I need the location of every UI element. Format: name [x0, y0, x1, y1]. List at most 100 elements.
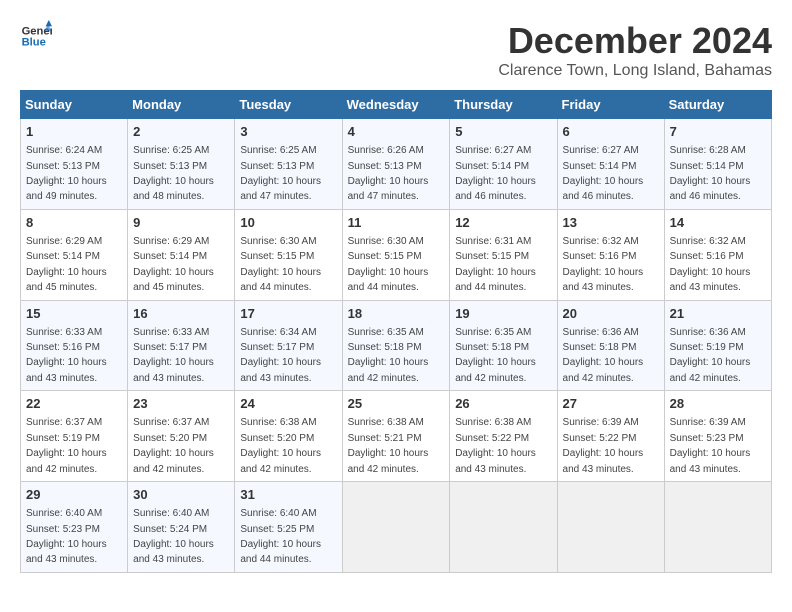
- calendar-cell: 16 Sunrise: 6:33 AMSunset: 5:17 PMDayligh…: [128, 300, 235, 391]
- day-number: 14: [670, 214, 766, 232]
- calendar-cell: 6 Sunrise: 6:27 AMSunset: 5:14 PMDaylight…: [557, 119, 664, 210]
- calendar-cell: 13Sunrise: 6:32 AMSunset: 5:16 PMDayligh…: [557, 209, 664, 300]
- weekday-header-row: Sunday Monday Tuesday Wednesday Thursday…: [21, 91, 772, 119]
- day-number: 30: [133, 486, 229, 504]
- day-info: Sunrise: 6:37 AMSunset: 5:20 PMDaylight:…: [133, 417, 214, 474]
- calendar-week-row: 22 Sunrise: 6:37 AMSunset: 5:19 PMDayligh…: [21, 391, 772, 482]
- header-monday: Monday: [128, 91, 235, 119]
- calendar-cell: 9 Sunrise: 6:29 AMSunset: 5:14 PMDaylight…: [128, 209, 235, 300]
- day-info: Sunrise: 6:32 AMSunset: 5:16 PMDaylight:…: [563, 236, 644, 293]
- day-info: Sunrise: 6:33 AMSunset: 5:16 PMDaylight:…: [26, 327, 107, 384]
- day-number: 4: [348, 123, 445, 141]
- calendar-subtitle: Clarence Town, Long Island, Bahamas: [498, 62, 772, 80]
- day-info: Sunrise: 6:40 AMSunset: 5:23 PMDaylight:…: [26, 508, 107, 565]
- day-number: 22: [26, 395, 122, 413]
- day-number: 24: [240, 395, 336, 413]
- calendar-cell: 12Sunrise: 6:31 AMSunset: 5:15 PMDayligh…: [450, 209, 557, 300]
- calendar-week-row: 15 Sunrise: 6:33 AMSunset: 5:16 PMDayligh…: [21, 300, 772, 391]
- calendar-cell: 8 Sunrise: 6:29 AMSunset: 5:14 PMDaylight…: [21, 209, 128, 300]
- calendar-cell: 31Sunrise: 6:40 AMSunset: 5:25 PMDayligh…: [235, 482, 342, 573]
- day-number: 8: [26, 214, 122, 232]
- calendar-cell: 23 Sunrise: 6:37 AMSunset: 5:20 PMDayligh…: [128, 391, 235, 482]
- day-number: 23: [133, 395, 229, 413]
- day-number: 12: [455, 214, 551, 232]
- calendar-cell: 15 Sunrise: 6:33 AMSunset: 5:16 PMDayligh…: [21, 300, 128, 391]
- day-info: Sunrise: 6:35 AMSunset: 5:18 PMDaylight:…: [455, 327, 536, 384]
- calendar-cell: 22 Sunrise: 6:37 AMSunset: 5:19 PMDayligh…: [21, 391, 128, 482]
- day-number: 5: [455, 123, 551, 141]
- calendar-cell: [342, 482, 450, 573]
- calendar-cell: 25Sunrise: 6:38 AMSunset: 5:21 PMDayligh…: [342, 391, 450, 482]
- day-info: Sunrise: 6:40 AMSunset: 5:24 PMDaylight:…: [133, 508, 214, 565]
- day-info: Sunrise: 6:33 AMSunset: 5:17 PMDaylight:…: [133, 327, 214, 384]
- day-number: 1: [26, 123, 122, 141]
- calendar-week-row: 29Sunrise: 6:40 AMSunset: 5:23 PMDayligh…: [21, 482, 772, 573]
- calendar-cell: 18 Sunrise: 6:35 AMSunset: 5:18 PMDayligh…: [342, 300, 450, 391]
- day-number: 21: [670, 305, 766, 323]
- day-info: Sunrise: 6:38 AMSunset: 5:22 PMDaylight:…: [455, 417, 536, 474]
- day-info: Sunrise: 6:29 AMSunset: 5:14 PMDaylight:…: [26, 236, 107, 293]
- svg-text:Blue: Blue: [22, 37, 46, 49]
- day-info: Sunrise: 6:26 AMSunset: 5:13 PMDaylight:…: [348, 145, 429, 202]
- calendar-cell: 21 Sunrise: 6:36 AMSunset: 5:19 PMDayligh…: [664, 300, 771, 391]
- calendar-cell: 26 Sunrise: 6:38 AMSunset: 5:22 PMDayligh…: [450, 391, 557, 482]
- day-number: 6: [563, 123, 659, 141]
- calendar-title: December 2024: [498, 20, 772, 62]
- day-info: Sunrise: 6:27 AMSunset: 5:14 PMDaylight:…: [563, 145, 644, 202]
- day-number: 27: [563, 395, 659, 413]
- calendar-cell: 3Sunrise: 6:25 AMSunset: 5:13 PMDaylight…: [235, 119, 342, 210]
- calendar-cell: [557, 482, 664, 573]
- header-tuesday: Tuesday: [235, 91, 342, 119]
- calendar-cell: 5 Sunrise: 6:27 AMSunset: 5:14 PMDaylight…: [450, 119, 557, 210]
- page-header: General Blue December 2024 Clarence Town…: [20, 20, 772, 80]
- day-number: 25: [348, 395, 445, 413]
- calendar-cell: [664, 482, 771, 573]
- calendar-cell: 28Sunrise: 6:39 AMSunset: 5:23 PMDayligh…: [664, 391, 771, 482]
- day-info: Sunrise: 6:29 AMSunset: 5:14 PMDaylight:…: [133, 236, 214, 293]
- header-saturday: Saturday: [664, 91, 771, 119]
- calendar-cell: 20Sunrise: 6:36 AMSunset: 5:18 PMDayligh…: [557, 300, 664, 391]
- day-number: 18: [348, 305, 445, 323]
- day-number: 16: [133, 305, 229, 323]
- calendar-week-row: 8 Sunrise: 6:29 AMSunset: 5:14 PMDaylight…: [21, 209, 772, 300]
- calendar-week-row: 1Sunrise: 6:24 AMSunset: 5:13 PMDaylight…: [21, 119, 772, 210]
- calendar-cell: 14 Sunrise: 6:32 AMSunset: 5:16 PMDayligh…: [664, 209, 771, 300]
- calendar-cell: 1Sunrise: 6:24 AMSunset: 5:13 PMDaylight…: [21, 119, 128, 210]
- header-friday: Friday: [557, 91, 664, 119]
- day-info: Sunrise: 6:32 AMSunset: 5:16 PMDaylight:…: [670, 236, 751, 293]
- day-number: 19: [455, 305, 551, 323]
- day-number: 3: [240, 123, 336, 141]
- day-info: Sunrise: 6:36 AMSunset: 5:18 PMDaylight:…: [563, 327, 644, 384]
- logo-icon: General Blue: [20, 20, 52, 52]
- calendar-cell: 11 Sunrise: 6:30 AMSunset: 5:15 PMDayligh…: [342, 209, 450, 300]
- header-sunday: Sunday: [21, 91, 128, 119]
- day-info: Sunrise: 6:39 AMSunset: 5:22 PMDaylight:…: [563, 417, 644, 474]
- calendar-cell: 17 Sunrise: 6:34 AMSunset: 5:17 PMDayligh…: [235, 300, 342, 391]
- title-section: December 2024 Clarence Town, Long Island…: [498, 20, 772, 80]
- day-number: 15: [26, 305, 122, 323]
- calendar-cell: 24 Sunrise: 6:38 AMSunset: 5:20 PMDayligh…: [235, 391, 342, 482]
- day-info: Sunrise: 6:34 AMSunset: 5:17 PMDaylight:…: [240, 327, 321, 384]
- day-number: 2: [133, 123, 229, 141]
- day-number: 9: [133, 214, 229, 232]
- calendar-cell: 30 Sunrise: 6:40 AMSunset: 5:24 PMDayligh…: [128, 482, 235, 573]
- header-wednesday: Wednesday: [342, 91, 450, 119]
- calendar-cell: 27 Sunrise: 6:39 AMSunset: 5:22 PMDayligh…: [557, 391, 664, 482]
- calendar-cell: 2 Sunrise: 6:25 AMSunset: 5:13 PMDaylight…: [128, 119, 235, 210]
- day-info: Sunrise: 6:36 AMSunset: 5:19 PMDaylight:…: [670, 327, 751, 384]
- day-info: Sunrise: 6:30 AMSunset: 5:15 PMDaylight:…: [348, 236, 429, 293]
- day-info: Sunrise: 6:30 AMSunset: 5:15 PMDaylight:…: [240, 236, 321, 293]
- day-info: Sunrise: 6:27 AMSunset: 5:14 PMDaylight:…: [455, 145, 536, 202]
- day-info: Sunrise: 6:35 AMSunset: 5:18 PMDaylight:…: [348, 327, 429, 384]
- day-info: Sunrise: 6:38 AMSunset: 5:20 PMDaylight:…: [240, 417, 321, 474]
- day-number: 17: [240, 305, 336, 323]
- calendar-cell: 19 Sunrise: 6:35 AMSunset: 5:18 PMDayligh…: [450, 300, 557, 391]
- day-info: Sunrise: 6:37 AMSunset: 5:19 PMDaylight:…: [26, 417, 107, 474]
- day-number: 11: [348, 214, 445, 232]
- day-info: Sunrise: 6:25 AMSunset: 5:13 PMDaylight:…: [133, 145, 214, 202]
- calendar-cell: 4 Sunrise: 6:26 AMSunset: 5:13 PMDaylight…: [342, 119, 450, 210]
- day-info: Sunrise: 6:28 AMSunset: 5:14 PMDaylight:…: [670, 145, 751, 202]
- header-thursday: Thursday: [450, 91, 557, 119]
- day-number: 26: [455, 395, 551, 413]
- day-info: Sunrise: 6:40 AMSunset: 5:25 PMDaylight:…: [240, 508, 321, 565]
